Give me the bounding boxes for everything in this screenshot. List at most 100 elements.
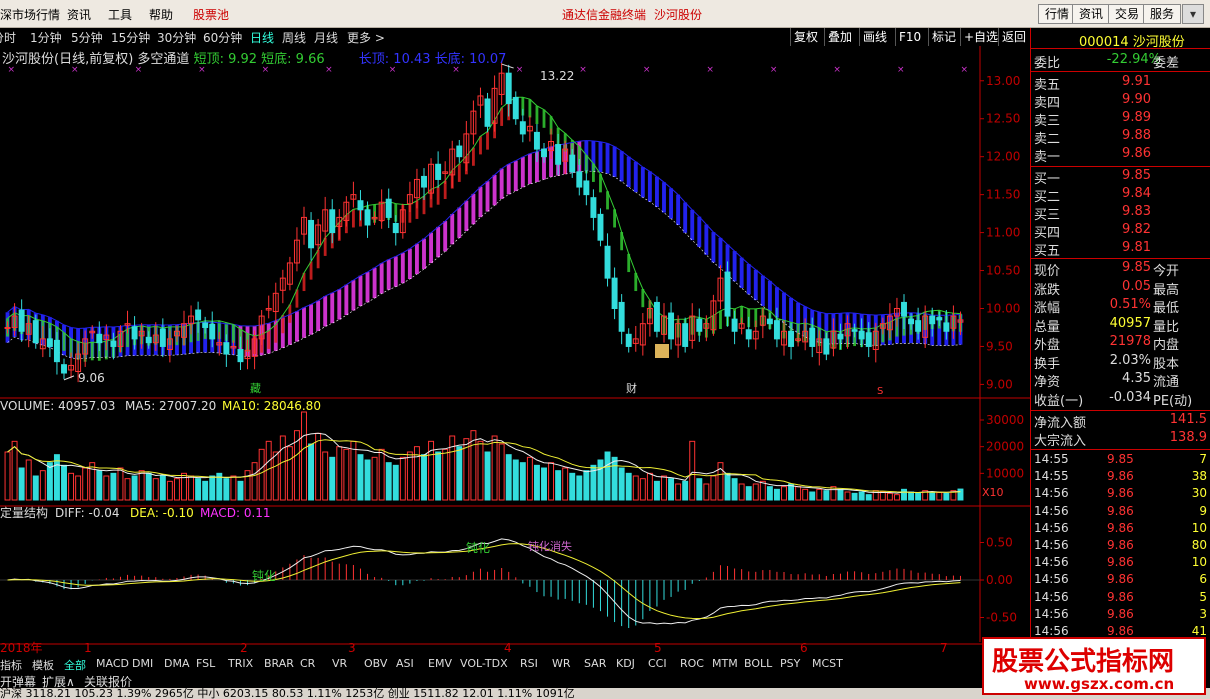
candle[interactable]: [625, 328, 632, 353]
candle[interactable]: [399, 203, 406, 239]
service-button[interactable]: 服务: [1143, 4, 1182, 24]
ask-row[interactable]: 卖五 9.91: [1031, 74, 1210, 93]
candle[interactable]: [618, 294, 625, 345]
candle[interactable]: [456, 139, 463, 163]
candle[interactable]: [689, 303, 696, 349]
menu-news[interactable]: 资讯: [67, 6, 91, 23]
candle[interactable]: [498, 62, 505, 106]
indicator-tab-fsl[interactable]: FSL: [196, 657, 215, 670]
ask-row[interactable]: 卖四 9.90: [1031, 92, 1210, 111]
candle[interactable]: [752, 320, 759, 350]
candle[interactable]: [491, 75, 498, 132]
candle[interactable]: [449, 140, 456, 188]
candle[interactable]: [61, 358, 67, 380]
f10-button[interactable]: F10: [895, 28, 924, 46]
candle[interactable]: [463, 121, 470, 172]
candle[interactable]: [526, 115, 533, 142]
candle[interactable]: [279, 269, 286, 304]
back-button[interactable]: 返回: [998, 28, 1029, 46]
candle[interactable]: [392, 215, 399, 246]
period-5min[interactable]: 5分钟: [71, 29, 103, 46]
indicator-tab-cr[interactable]: CR: [300, 657, 315, 670]
candle[interactable]: [781, 320, 787, 356]
mark-button[interactable]: 标记: [928, 28, 959, 46]
candle[interactable]: [795, 332, 802, 347]
candle[interactable]: [343, 196, 350, 227]
overlay-button[interactable]: 叠加: [824, 28, 855, 46]
period-60min[interactable]: 60分钟: [203, 29, 242, 46]
candle[interactable]: [717, 265, 724, 310]
candle[interactable]: [505, 64, 512, 117]
candle[interactable]: [653, 296, 660, 338]
bid-row[interactable]: 买五 9.81: [1031, 240, 1210, 259]
trade-button[interactable]: 交易: [1108, 4, 1147, 24]
candle[interactable]: [442, 161, 449, 185]
candle[interactable]: [731, 310, 738, 345]
candle[interactable]: [308, 212, 315, 261]
indicator-tab-dmi[interactable]: DMI: [132, 657, 153, 670]
ask-row[interactable]: 卖二 9.88: [1031, 128, 1210, 147]
indicator-tab-指标[interactable]: 指标: [0, 657, 22, 673]
candle[interactable]: [413, 168, 420, 209]
period-30min[interactable]: 30分钟: [157, 29, 196, 46]
candle[interactable]: [315, 218, 322, 251]
candle[interactable]: [272, 282, 279, 323]
candle[interactable]: [682, 317, 689, 353]
event-cai-label[interactable]: 财: [626, 381, 637, 395]
period-1min[interactable]: 1分钟: [30, 29, 62, 46]
indicator-tab-vol-tdx[interactable]: VOL-TDX: [460, 657, 508, 670]
kline-chart[interactable]: × × × × × × × × × × × × × × × × 13.0012.5012.0011.5011.…: [0, 46, 1030, 656]
indicator-tab-roc[interactable]: ROC: [680, 657, 704, 670]
ask-row[interactable]: 卖三 9.89: [1031, 110, 1210, 129]
indicator-tab-asi[interactable]: ASI: [396, 657, 414, 670]
menu-market[interactable]: 深市场行情: [0, 6, 60, 23]
indicator-tab-kdj[interactable]: KDJ: [616, 657, 635, 670]
candle[interactable]: [597, 208, 604, 247]
indicator-tab-模板[interactable]: 模板: [32, 657, 54, 673]
candle[interactable]: [322, 196, 329, 240]
candle[interactable]: [329, 199, 336, 244]
bid-row[interactable]: 买四 9.82: [1031, 222, 1210, 241]
candle[interactable]: [766, 313, 773, 330]
add-favorite-button[interactable]: +自选: [960, 28, 1001, 46]
candle[interactable]: [350, 181, 357, 208]
candle[interactable]: [675, 315, 682, 358]
indicator-tab-brar[interactable]: BRAR: [264, 657, 294, 670]
candle[interactable]: [385, 188, 392, 229]
event-box[interactable]: [655, 344, 669, 358]
candle[interactable]: [668, 302, 675, 350]
period-15min[interactable]: 15分钟: [111, 29, 150, 46]
candle[interactable]: [738, 317, 745, 335]
candle[interactable]: [583, 170, 590, 206]
candle[interactable]: [364, 201, 371, 238]
candle[interactable]: [477, 87, 484, 118]
menu-stock-pool[interactable]: 股票池: [193, 6, 229, 23]
candle[interactable]: [293, 227, 300, 272]
candle[interactable]: [519, 108, 526, 143]
indicator-tab-cci[interactable]: CCI: [648, 657, 667, 670]
candle[interactable]: [378, 189, 385, 229]
indicator-tab-psy[interactable]: PSY: [780, 657, 800, 670]
candle[interactable]: [632, 325, 639, 352]
draw-line-button[interactable]: 画线: [859, 28, 890, 46]
candle[interactable]: [745, 316, 752, 348]
indicator-tab-obv[interactable]: OBV: [364, 657, 387, 670]
candle[interactable]: [639, 313, 646, 356]
candle[interactable]: [406, 181, 413, 213]
menu-help[interactable]: 帮助: [149, 6, 173, 23]
news-button[interactable]: 资讯: [1072, 4, 1111, 24]
indicator-tab-emv[interactable]: EMV: [428, 657, 452, 670]
candle[interactable]: [357, 190, 364, 221]
period-day[interactable]: 日线: [250, 29, 274, 46]
candle[interactable]: [604, 233, 611, 287]
ask-row[interactable]: 卖一 9.86: [1031, 146, 1210, 165]
period-timeshare[interactable]: 分时: [0, 29, 16, 46]
indicator-tab-mtm[interactable]: MTM: [712, 657, 738, 670]
indicator-tab-boll[interactable]: BOLL: [744, 657, 772, 670]
candle[interactable]: [611, 267, 618, 320]
candle[interactable]: [512, 91, 519, 125]
period-month[interactable]: 月线: [314, 29, 338, 46]
indicator-tab-macd[interactable]: MACD: [96, 657, 129, 670]
candle[interactable]: [265, 295, 272, 319]
candle[interactable]: [590, 189, 597, 231]
